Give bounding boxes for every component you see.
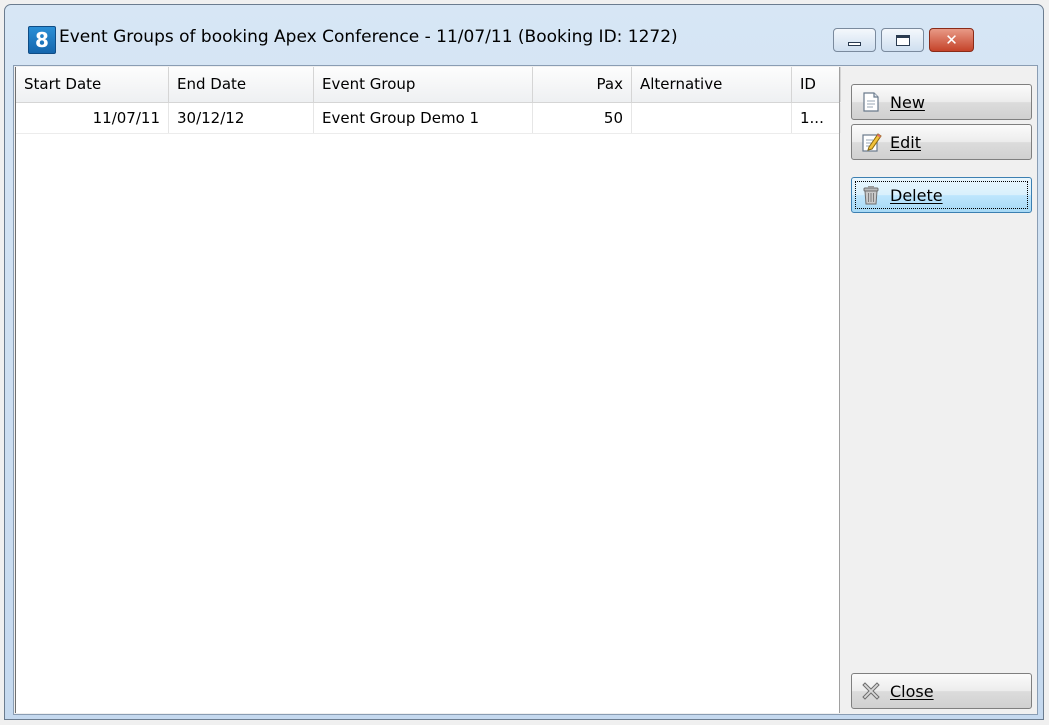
event-groups-window: 8 Event Groups of booking Apex Conferenc…	[4, 4, 1044, 720]
column-header-event-group[interactable]: Event Group	[314, 67, 533, 102]
edit-button-label: Edit	[890, 132, 921, 152]
cell-start-date: 11/07/11	[16, 103, 169, 133]
dialog-body: Start Date End Date Event Group Pax Alte…	[13, 65, 1038, 715]
close-icon: ✕	[945, 31, 958, 49]
delete-button[interactable]: Delete	[851, 177, 1032, 213]
new-button-label: New	[890, 92, 925, 112]
cell-id: 1...	[792, 103, 841, 133]
title-bar[interactable]: 8 Event Groups of booking Apex Conferenc…	[5, 5, 1043, 65]
minimize-button[interactable]	[833, 28, 876, 52]
table-row[interactable]: 11/07/11 30/12/12 Event Group Demo 1 50 …	[16, 103, 841, 134]
cell-event-group: Event Group Demo 1	[314, 103, 533, 133]
new-document-icon	[863, 92, 879, 112]
table-header: Start Date End Date Event Group Pax Alte…	[16, 67, 841, 103]
close-button-label: Close	[890, 681, 934, 701]
close-x-icon	[862, 682, 880, 700]
column-header-start-date[interactable]: Start Date	[16, 67, 169, 102]
cell-end-date: 30/12/12	[169, 103, 314, 133]
event-groups-table[interactable]: Start Date End Date Event Group Pax Alte…	[15, 67, 841, 713]
delete-button-label: Delete	[890, 185, 943, 205]
trash-icon	[863, 186, 879, 205]
cell-alternative	[632, 103, 792, 133]
app-icon: 8	[28, 26, 56, 54]
close-button[interactable]: Close	[851, 673, 1032, 709]
column-header-id[interactable]: ID	[792, 67, 841, 102]
edit-pencil-icon	[862, 133, 882, 152]
new-button[interactable]: New	[851, 84, 1032, 120]
column-header-end-date[interactable]: End Date	[169, 67, 314, 102]
edit-button[interactable]: Edit	[851, 124, 1032, 160]
maximize-button[interactable]	[881, 28, 924, 52]
minimize-icon	[848, 42, 861, 46]
window-close-button[interactable]: ✕	[929, 28, 974, 52]
maximize-icon	[895, 34, 910, 46]
column-header-pax[interactable]: Pax	[533, 67, 632, 102]
cell-pax: 50	[533, 103, 632, 133]
window-title: Event Groups of booking Apex Conference …	[59, 27, 678, 47]
column-header-alternative[interactable]: Alternative	[632, 67, 792, 102]
